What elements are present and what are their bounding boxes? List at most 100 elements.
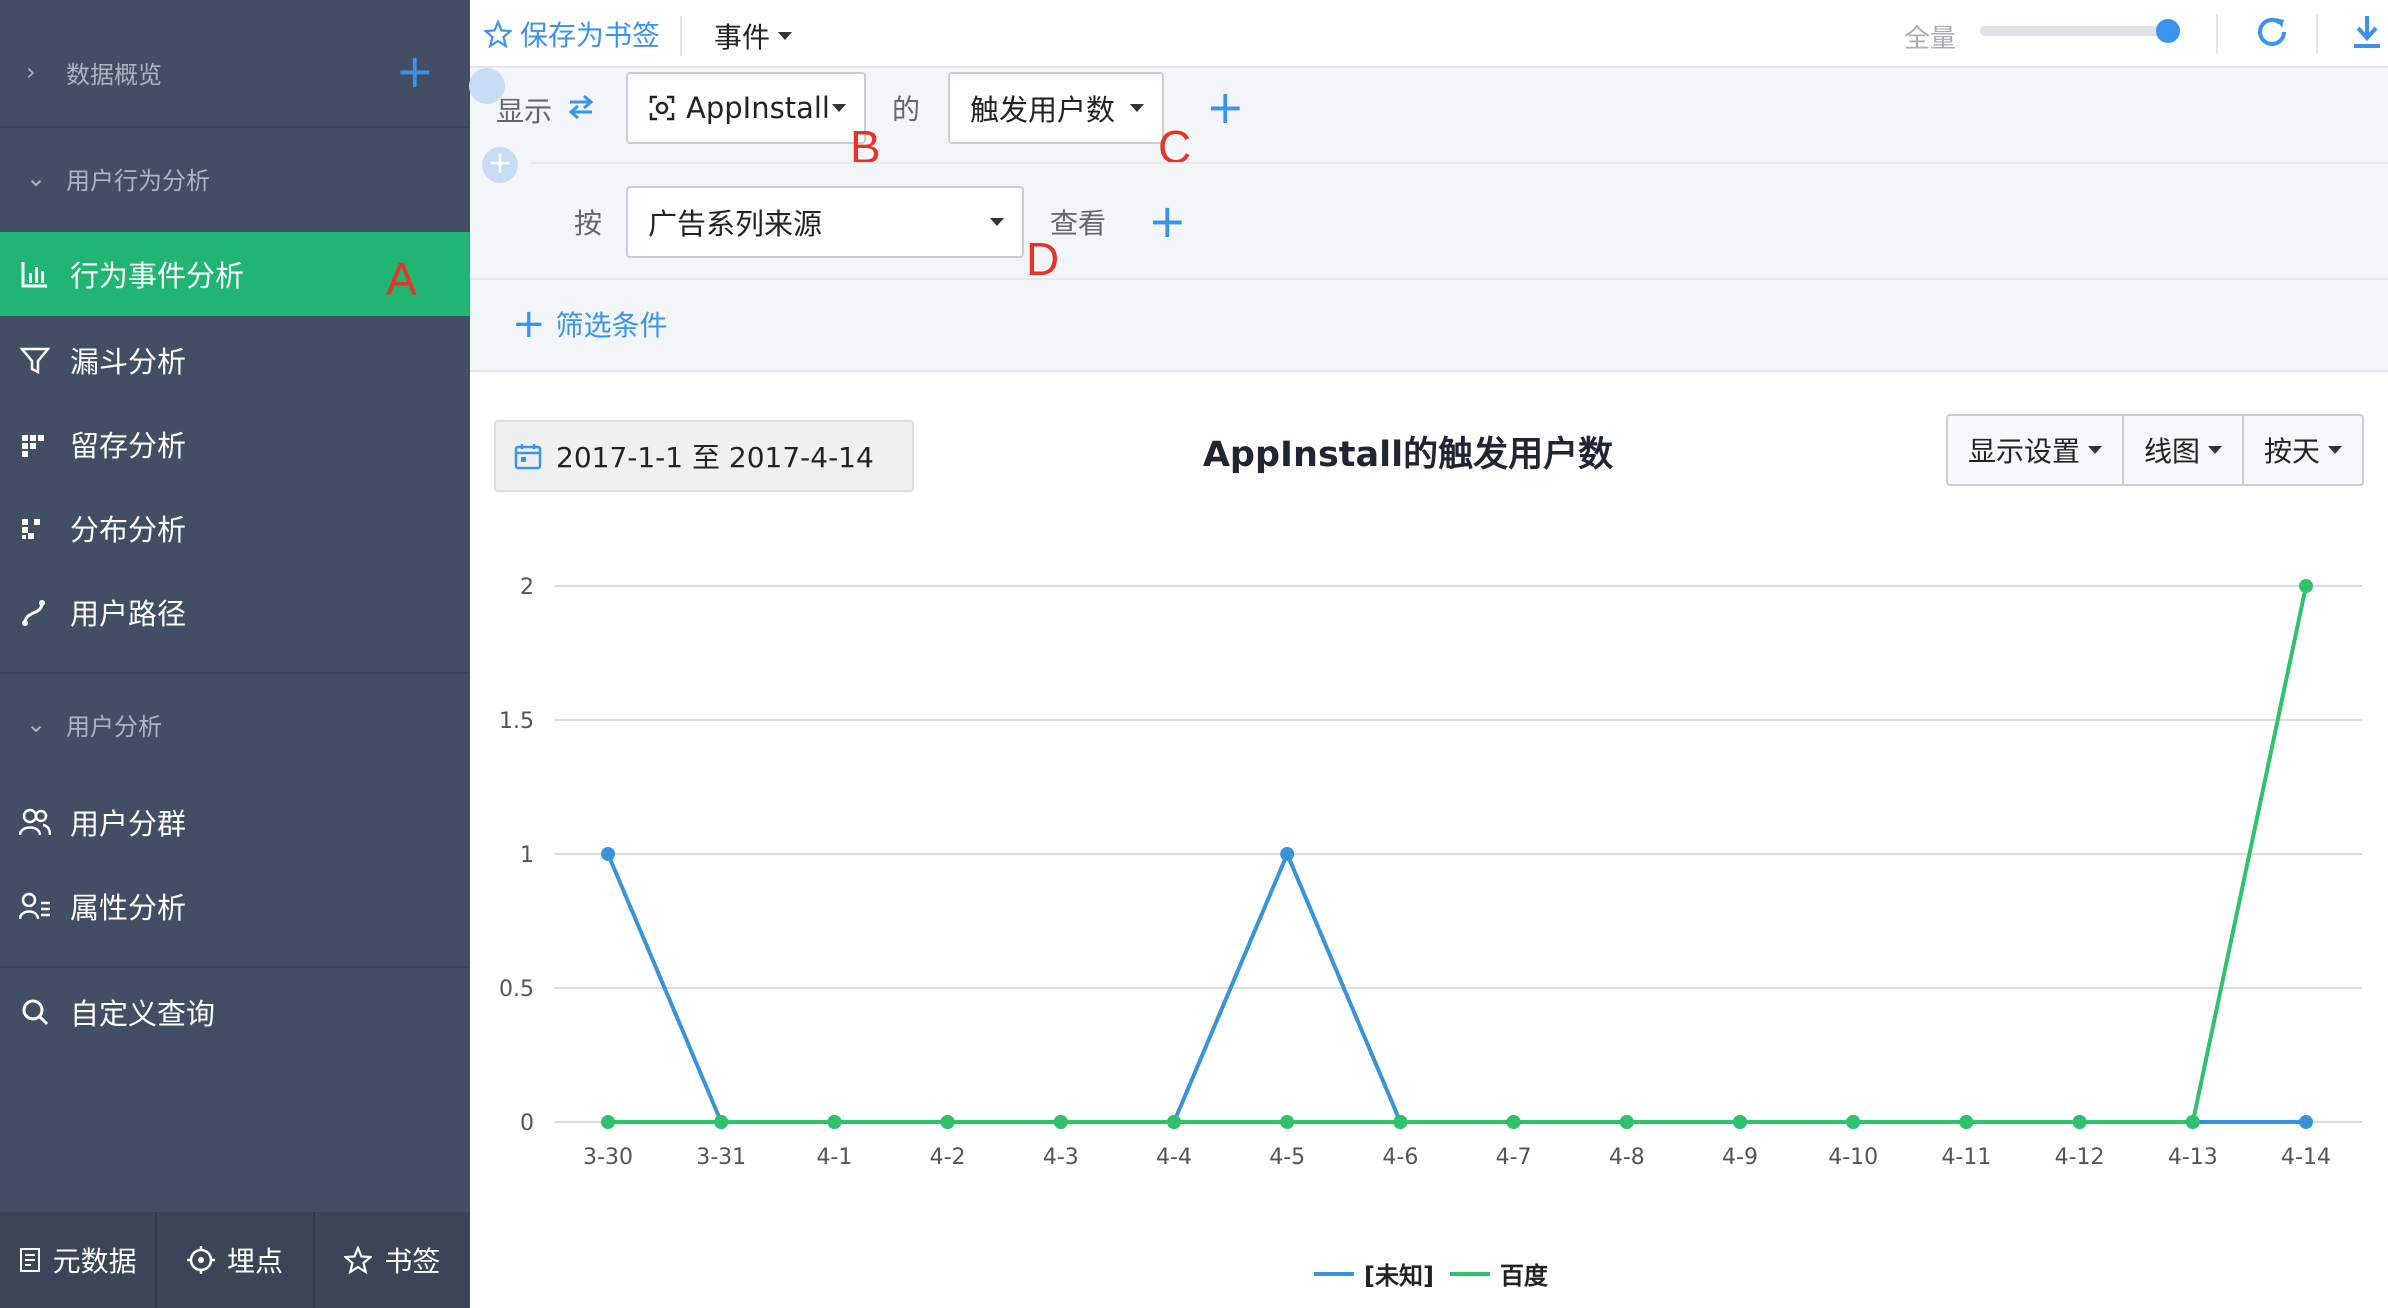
line-chart: 0 0.5 1 1.5 2 3-30 3-31 4-1 4-2 4-3 4-4 4-5 4-6 4-7 4-… [499,575,2362,1170]
download-icon [2352,14,2382,50]
legend-swatch [1314,1271,1354,1276]
sidebar-bottom-bar: 元数据 埋点 书签 [0,1212,470,1308]
data-point-1 [1506,1115,1521,1129]
group-by-select[interactable]: 广告系列来源 [626,186,1024,258]
x-tick-label: 3-30 [583,1145,633,1170]
event-menu-label: 事件 [714,21,771,54]
event-menu-dropdown[interactable]: 事件 [714,16,793,56]
y-tick-label: 1.5 [499,709,534,734]
path-icon [18,595,52,629]
y-tick-label: 1 [520,843,534,868]
metric-select[interactable]: 触发用户数 [948,72,1164,144]
data-point-1 [940,1115,955,1129]
sidebar-section-user[interactable]: ⌄ 用户分析 [0,682,470,766]
data-point-1 [2299,579,2313,593]
data-point-1 [827,1115,842,1129]
add-overview-button[interactable]: + [395,48,434,94]
data-point-1 [1053,1115,1068,1129]
refresh-icon [2254,14,2290,50]
divider [0,966,470,968]
x-tick-label: 4-1 [816,1145,852,1170]
sidebar-item-label: 漏斗分析 [70,345,187,379]
retention-grid-icon [18,427,52,461]
users-icon [18,805,52,839]
sidebar-item-user-path[interactable]: 用户路径 [0,570,470,654]
divider [530,162,2388,164]
document-icon [19,1247,41,1273]
divider [0,126,470,128]
sidebar-item-funnel[interactable]: 漏斗分析 [0,318,470,402]
group-by-select-value: 广告系列来源 [648,207,823,241]
view-label: 查看 [1050,207,1107,240]
sidebar-item-label: 留存分析 [70,429,187,463]
data-point-1 [601,1115,615,1129]
x-tick-label: 4-14 [2281,1145,2331,1170]
divider [2216,14,2218,54]
data-point-1 [1959,1115,1974,1129]
sidebar-item-retention[interactable]: 留存分析 [0,402,470,486]
x-tick-label: 4-5 [1269,1145,1305,1170]
bookmark-button[interactable]: 书签 [315,1212,470,1308]
distribution-icon [18,511,52,545]
x-tick-label: 4-8 [1609,1145,1645,1170]
data-point-1 [1280,1115,1295,1129]
sidebar-item-label: 用户路径 [70,597,187,631]
x-tick-label: 4-12 [2055,1145,2105,1170]
user-attributes-icon [18,889,52,923]
sidebar-item-distribution[interactable]: 分布分析 [0,486,470,570]
data-point-0 [2299,1115,2313,1129]
add-group-button[interactable]: + [1148,198,1187,244]
metadata-label: 元数据 [52,1245,137,1278]
marker-d: D [1026,233,1060,285]
bookmark-label: 书签 [384,1245,441,1278]
funnel-icon [18,343,52,377]
show-label: 显示 [496,95,553,128]
save-bookmark-button[interactable]: 保存为书签 [484,14,660,54]
download-button[interactable] [2352,14,2382,50]
x-tick-label: 4-2 [930,1145,966,1170]
chevron-down-icon: ⌄ [26,164,47,192]
divider [2316,14,2318,54]
sidebar-item-attr-analysis[interactable]: 属性分析 [0,864,470,948]
chart-area: 2017-1-1 至 2017-4-14 AppInstall的触发用户数 显示… [470,372,2388,1308]
slider-knob[interactable] [2156,19,2180,43]
sidebar-section-overview[interactable]: › 数据概览 + [0,30,470,114]
sample-slider[interactable] [1980,19,2180,43]
legend-item-baidu[interactable]: 百度 [1450,1256,1548,1291]
refresh-button[interactable] [2254,14,2290,50]
event-select[interactable]: AppInstall [626,72,866,144]
y-tick-label: 0 [520,1111,534,1136]
data-point-0 [1280,847,1295,861]
app-event-icon [648,94,676,122]
swap-icon[interactable] [566,92,596,122]
legend-label: 百度 [1500,1262,1548,1290]
y-tick-label: 2 [520,575,534,600]
caret-down-icon [990,218,1004,226]
data-point-1 [714,1115,729,1129]
metric-select-value: 触发用户数 [970,93,1116,127]
sidebar-item-user-group[interactable]: 用户分群 [0,780,470,864]
section-label: 用户行为分析 [66,166,210,195]
add-metric-button[interactable]: + [1206,84,1245,130]
star-icon [484,20,512,48]
data-point-1 [1393,1115,1408,1129]
data-point-1 [2072,1115,2087,1129]
full-sample-label: 全量 [1904,24,1957,54]
sidebar-item-label: 属性分析 [70,891,187,925]
add-row-button[interactable]: + [482,147,518,183]
bar-chart-icon [18,257,52,291]
add-filter-button[interactable]: + 筛选条件 [512,304,668,344]
filter-label: 筛选条件 [555,309,668,342]
caret-down-icon [778,32,793,40]
caret-down-icon [832,104,846,112]
legend-item-unknown[interactable]: [未知] [1314,1256,1434,1291]
sidebar-section-behavior[interactable]: ⌄ 用户行为分析 [0,136,470,220]
x-tick-label: 4-10 [1828,1145,1878,1170]
sidebar: › 数据概览 + ⌄ 用户行为分析 行为事件分析 A 漏斗分析 留存分析 分布分… [0,0,470,1308]
sidebar-item-custom-query[interactable]: 自定义查询 [0,970,470,1054]
sidebar-item-label: 行为事件分析 [70,259,245,293]
chevron-down-icon: ⌄ [26,710,47,738]
metadata-button[interactable]: 元数据 [0,1212,158,1308]
tracking-button[interactable]: 埋点 [157,1212,315,1308]
slider-fill [1980,26,2180,36]
